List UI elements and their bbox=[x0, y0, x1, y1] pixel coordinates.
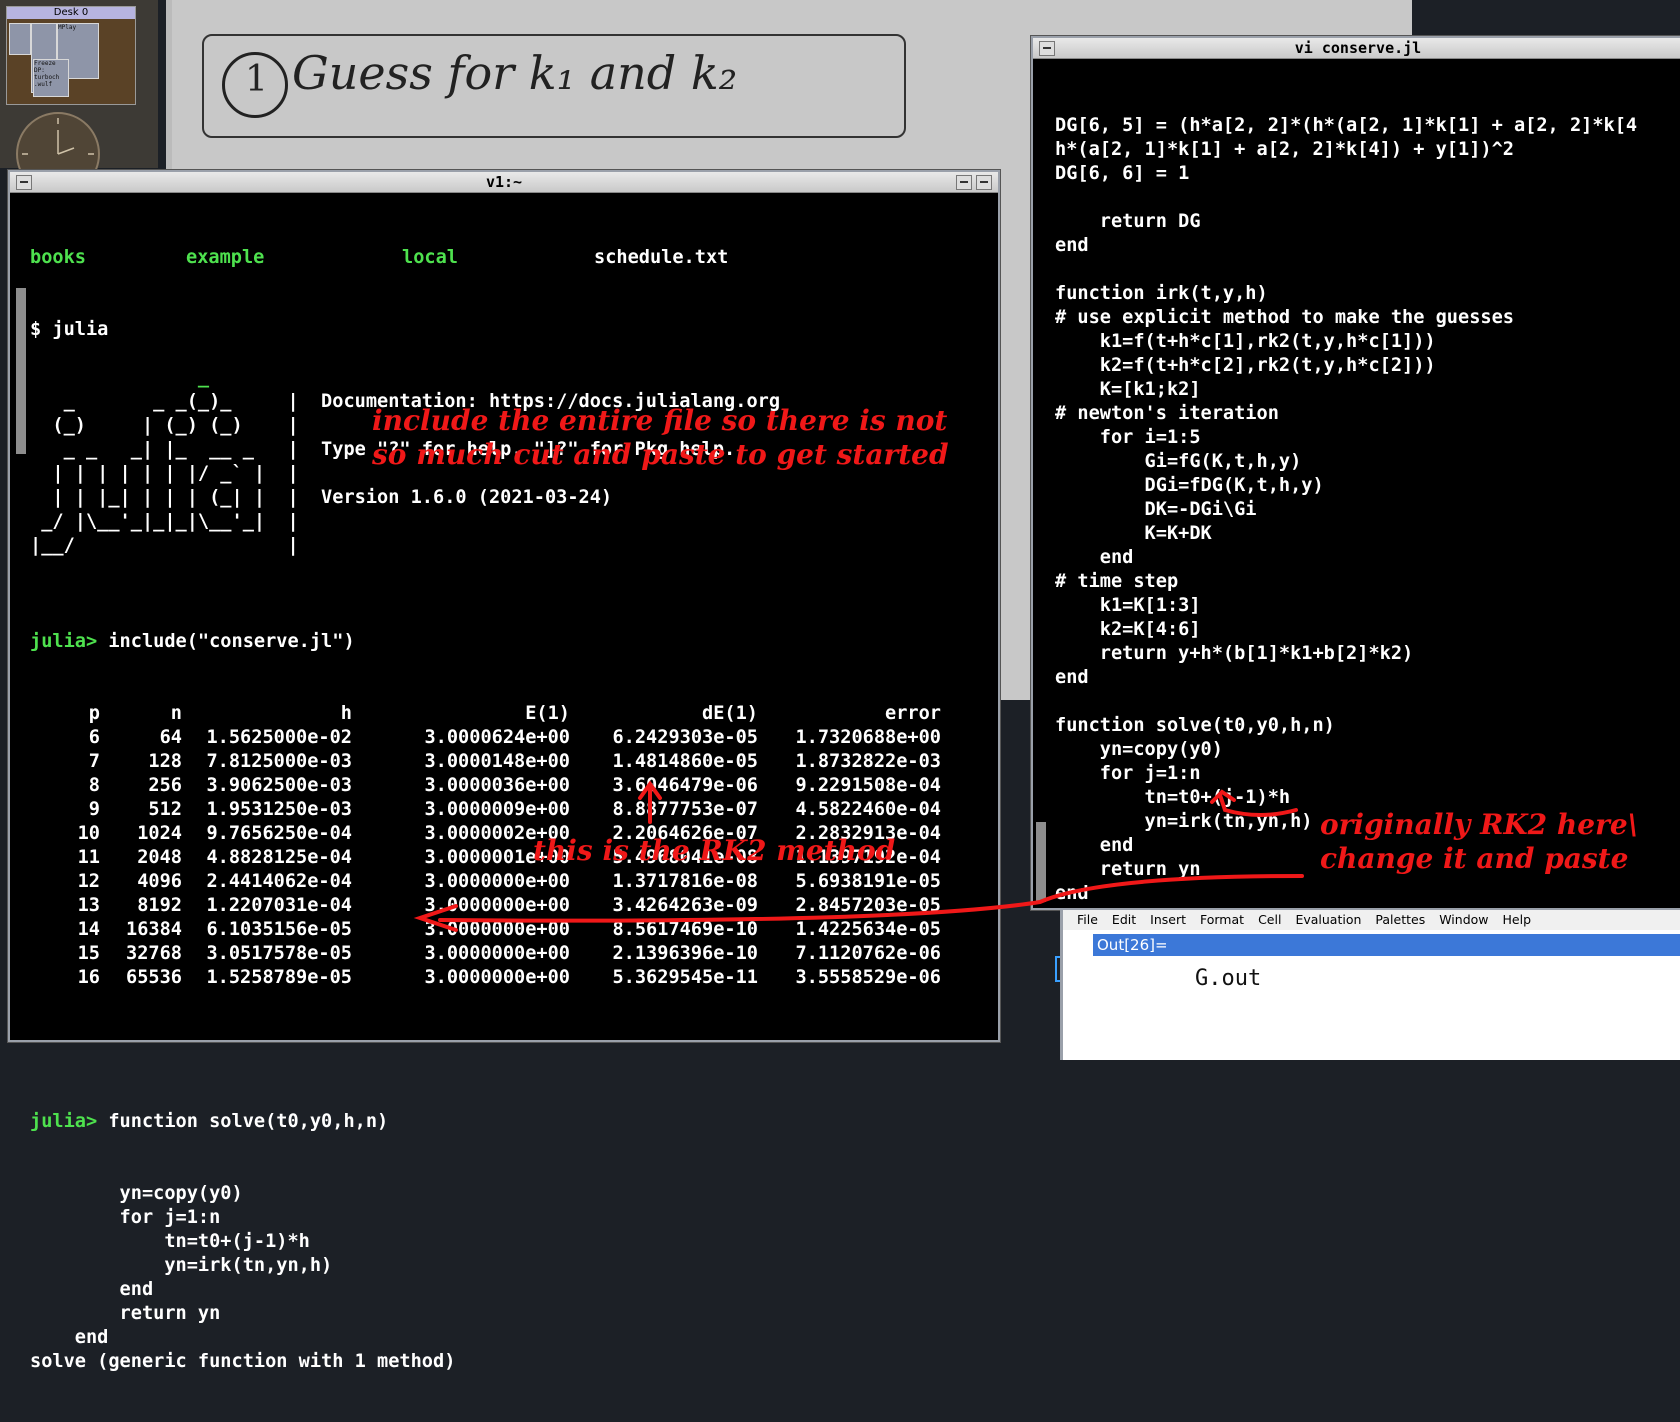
terminal-line: end bbox=[30, 1327, 109, 1348]
annotation-arrows bbox=[413, 780, 1304, 932]
julia-prompt: julia> bbox=[30, 1111, 98, 1132]
terminal-line: yn=irk(tn,yn,h) bbox=[30, 1255, 333, 1276]
terminal-line: yn=copy(y0) bbox=[30, 1183, 243, 1204]
arrow-paste bbox=[438, 874, 1304, 923]
terminal-line: end bbox=[30, 1279, 154, 1300]
terminal-line: return yn bbox=[30, 1303, 221, 1324]
terminal-line: solve (generic function with 1 method) bbox=[30, 1351, 456, 1372]
terminal-line: tn=t0+(j-1)*h bbox=[30, 1231, 310, 1252]
terminal-line: for j=1:n bbox=[30, 1207, 221, 1228]
solve-command: julia> function solve(t0,y0,h,n) bbox=[30, 1111, 389, 1132]
